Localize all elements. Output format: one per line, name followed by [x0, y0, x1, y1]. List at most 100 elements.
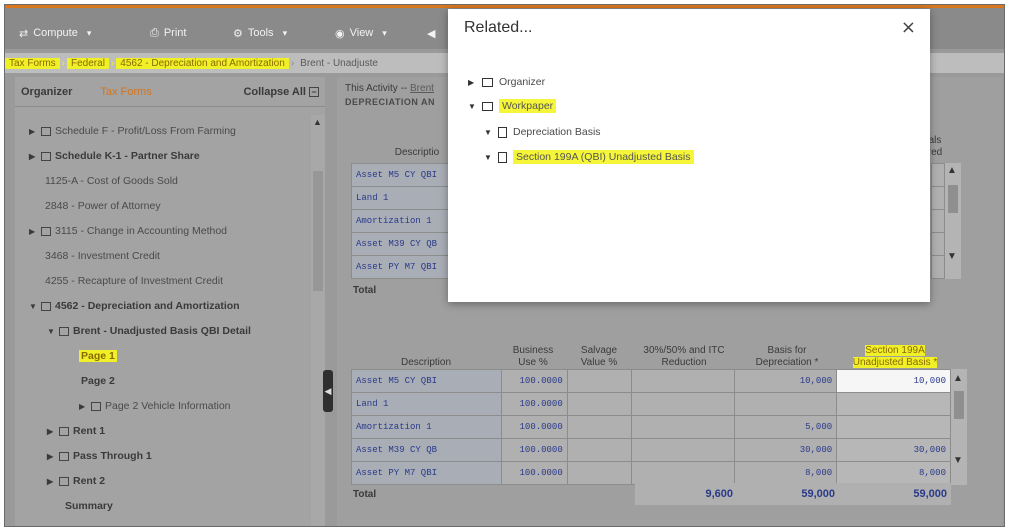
cell-basis[interactable]: 8,000	[734, 461, 838, 485]
cell-business-use[interactable]: 100.0000	[500, 461, 568, 485]
cell-salvage-value[interactable]	[566, 415, 632, 439]
scroll-down-icon[interactable]: ▼	[953, 455, 963, 466]
cell-business-use[interactable]: 100.0000	[500, 369, 568, 393]
tools-button[interactable]: ⚙ Tools ▾	[233, 24, 287, 42]
upper-cell-description[interactable]: Asset M39 CY QB	[351, 232, 451, 256]
breadcrumb-4562[interactable]: 4562 - Depreciation and Amortization	[116, 57, 289, 69]
upper-cell-description[interactable]: Amortization 1	[351, 209, 451, 233]
expand-icon[interactable]: ▶	[29, 227, 37, 236]
breadcrumb-federal[interactable]: Federal	[67, 57, 109, 69]
tab-tax-forms[interactable]: Tax Forms	[100, 86, 151, 98]
cell-reduction[interactable]	[630, 369, 736, 393]
panel-splitter-handle[interactable]: ◀	[323, 370, 333, 412]
scroll-down-icon[interactable]: ▼	[947, 251, 957, 262]
expand-icon[interactable]: ▶	[29, 152, 37, 161]
section-title: DEPRECIATION AN	[345, 97, 436, 107]
tree-item-1125a[interactable]: 1125-A - Cost of Goods Sold	[45, 171, 178, 191]
compute-button[interactable]: ⇄ Compute ▾	[19, 24, 91, 42]
lower-table-scrollbar[interactable]: ▲ ▼	[951, 369, 967, 485]
tree-item-schedule-f[interactable]: ▶ Schedule F - Profit/Loss From Farming	[29, 121, 236, 141]
cell-basis[interactable]: 30,000	[734, 438, 838, 462]
expand-icon[interactable]: ▶	[29, 127, 37, 136]
tree-item-page-1[interactable]: Page 1	[79, 346, 117, 366]
cell-description[interactable]: Asset PY M7 QBI	[351, 461, 502, 485]
cell-description[interactable]: Amortization 1	[351, 415, 502, 439]
scroll-up-icon[interactable]: ▲	[953, 373, 963, 384]
tree-item-page-2[interactable]: Page 2	[81, 371, 115, 391]
cell-unadjusted-basis[interactable]: 30,000	[836, 438, 951, 462]
left-panel-scrollbar[interactable]: ▲	[311, 115, 325, 526]
cell-unadjusted-basis[interactable]: 8,000	[836, 461, 951, 485]
scroll-up-icon[interactable]: ▲	[947, 165, 957, 176]
cell-description[interactable]: Land 1	[351, 392, 502, 416]
tree-item-3115[interactable]: ▶ 3115 - Change in Accounting Method	[29, 221, 227, 241]
cell-business-use[interactable]: 100.0000	[500, 415, 568, 439]
collapse-arrow-icon[interactable]: ▼	[29, 302, 37, 311]
cell-salvage-value[interactable]	[566, 461, 632, 485]
tree-item-rent-2[interactable]: ▶ Rent 2	[47, 471, 105, 491]
tree-item-pass-through-1[interactable]: ▶ Pass Through 1	[47, 446, 152, 466]
view-button[interactable]: ◉ View ▾	[335, 24, 387, 42]
cell-basis[interactable]	[734, 392, 838, 416]
tree-item-4255[interactable]: 4255 - Recapture of Investment Credit	[45, 271, 223, 291]
tree-item-3468[interactable]: 3468 - Investment Credit	[45, 246, 160, 266]
upper-cell-description[interactable]: Land 1	[351, 186, 451, 210]
tree-item-summary[interactable]: Summary	[65, 496, 113, 516]
tree-item-4562[interactable]: ▼ 4562 - Depreciation and Amortization	[29, 296, 240, 316]
cell-description[interactable]: Asset M5 CY QBI	[351, 369, 502, 393]
expand-icon[interactable]: ▶	[47, 452, 55, 461]
cell-reduction[interactable]	[630, 392, 736, 416]
upper-cell-description[interactable]: Asset M5 CY QBI	[351, 163, 451, 187]
expand-icon[interactable]: ▶	[47, 477, 55, 486]
cell-description[interactable]: Asset M39 CY QB	[351, 438, 502, 462]
related-item-section-199a[interactable]: ▼ Section 199A (QBI) Unadjusted Basis	[484, 148, 694, 166]
tree-item-page-2-vehicle[interactable]: ▶ Page 2 Vehicle Information	[79, 396, 231, 416]
related-item-organizer[interactable]: ▶ Organizer	[468, 73, 545, 91]
scrollbar-thumb[interactable]	[313, 171, 323, 291]
upper-right-cell[interactable]	[931, 232, 945, 256]
expand-icon[interactable]: ▶	[47, 427, 55, 436]
expand-icon[interactable]: ▶	[79, 402, 87, 411]
collapse-arrow-icon[interactable]: ▼	[484, 128, 492, 137]
related-item-workpaper[interactable]: ▼ Workpaper	[468, 97, 557, 115]
upper-right-cell[interactable]	[931, 186, 945, 210]
activity-link[interactable]: Brent	[410, 83, 434, 94]
tree-item-brent-qbi[interactable]: ▼ Brent - Unadjusted Basis QBI Detail	[47, 321, 251, 341]
related-item-depreciation-basis[interactable]: ▼ Depreciation Basis	[484, 123, 601, 141]
expand-icon[interactable]: ▶	[468, 78, 476, 87]
cell-unadjusted-basis[interactable]: 10,000	[836, 369, 951, 393]
upper-right-cell[interactable]	[931, 163, 945, 187]
upper-cell-description[interactable]: Asset PY M7 QBI	[351, 255, 451, 279]
tree-item-rent-1[interactable]: ▶ Rent 1	[47, 421, 105, 441]
cell-business-use[interactable]: 100.0000	[500, 438, 568, 462]
breadcrumb-brent[interactable]: Brent - Unadjuste	[296, 58, 382, 69]
upper-right-cell[interactable]	[931, 209, 945, 233]
collapse-arrow-icon[interactable]: ▼	[484, 153, 492, 162]
cell-salvage-value[interactable]	[566, 438, 632, 462]
back-button[interactable]: ◀	[427, 24, 435, 42]
tree-item-2848[interactable]: 2848 - Power of Attorney	[45, 196, 161, 216]
cell-reduction[interactable]	[630, 438, 736, 462]
collapse-arrow-icon[interactable]: ▼	[468, 102, 476, 111]
cell-salvage-value[interactable]	[566, 369, 632, 393]
cell-unadjusted-basis[interactable]	[836, 392, 951, 416]
scroll-up-icon[interactable]: ▲	[313, 117, 322, 127]
collapse-arrow-icon[interactable]: ▼	[47, 327, 55, 336]
scrollbar-thumb[interactable]	[948, 185, 958, 213]
cell-salvage-value[interactable]	[566, 392, 632, 416]
cell-unadjusted-basis[interactable]	[836, 415, 951, 439]
upper-right-cell[interactable]	[931, 255, 945, 279]
cell-basis[interactable]: 10,000	[734, 369, 838, 393]
cell-business-use[interactable]: 100.0000	[500, 392, 568, 416]
close-icon[interactable]: ×	[901, 17, 916, 38]
collapse-all-button[interactable]: Collapse All −	[243, 86, 319, 98]
tree-item-schedule-k1[interactable]: ▶ Schedule K-1 - Partner Share	[29, 146, 200, 166]
print-button[interactable]: ⎙ Print	[150, 24, 186, 42]
scrollbar-thumb[interactable]	[954, 391, 964, 419]
tab-organizer[interactable]: Organizer	[21, 86, 72, 98]
breadcrumb-tax-forms[interactable]: Tax Forms	[5, 57, 60, 69]
cell-reduction[interactable]	[630, 461, 736, 485]
cell-reduction[interactable]	[630, 415, 736, 439]
upper-table-scrollbar[interactable]: ▲ ▼	[945, 163, 961, 279]
cell-basis[interactable]: 5,000	[734, 415, 838, 439]
